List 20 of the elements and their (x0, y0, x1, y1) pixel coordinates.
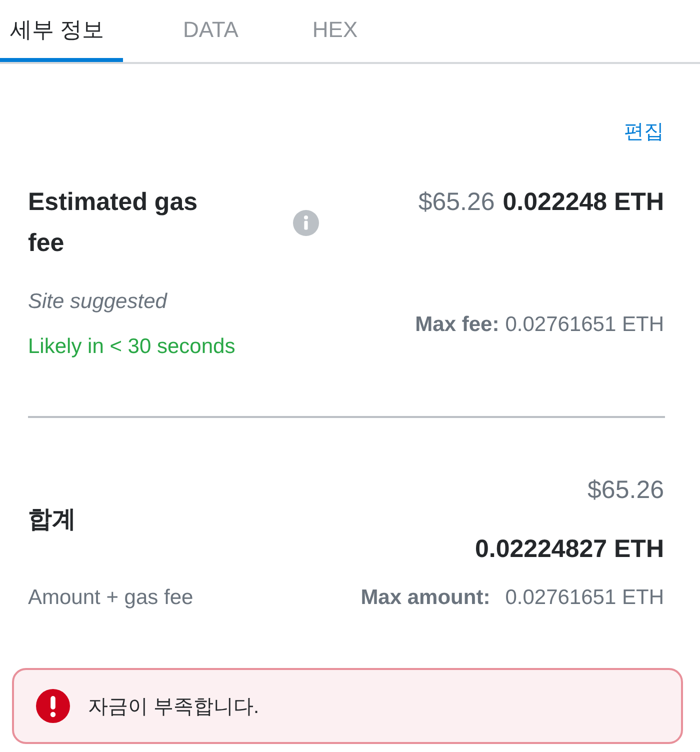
max-fee-label: Max fee: (415, 312, 500, 338)
gas-timing-text: Likely in < 30 seconds (28, 334, 236, 360)
total-sublabel: Amount + gas fee (28, 585, 194, 611)
alert-icon (36, 689, 70, 723)
total-eth: 0.02224827 ETH (474, 534, 664, 565)
info-icon[interactable] (293, 210, 319, 236)
tab[interactable]: 세부 정보 (0, 0, 123, 62)
total-label: 합계 (28, 504, 76, 534)
total-fiat: $65.26 (588, 475, 664, 506)
alert-message: 자금이 부족합니다. (88, 694, 260, 720)
max-amount-value: 0.02761651 ETH (505, 585, 664, 611)
gas-fee-eth: 0.022248 ETH (502, 187, 664, 218)
max-amount-label: Max amount: (360, 585, 490, 611)
tab[interactable]: HEX (302, 0, 372, 62)
gas-source-text: Site suggested (28, 289, 168, 315)
tab[interactable]: DATA (173, 0, 252, 62)
gas-fee-fiat: $65.26 (418, 187, 495, 218)
gas-fee-label: Estimated gas fee (28, 187, 199, 259)
max-fee-value: 0.02761651 ETH (505, 312, 664, 338)
edit-link[interactable]: 편집 (624, 118, 664, 146)
